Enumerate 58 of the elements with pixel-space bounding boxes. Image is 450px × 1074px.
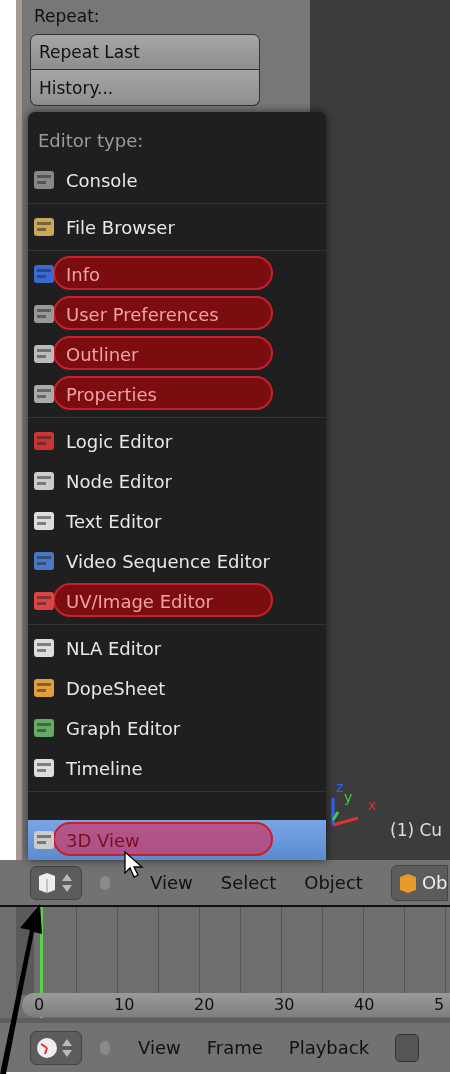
frame-number: 5	[434, 995, 445, 1014]
menu-item[interactable]: Properties	[28, 374, 326, 414]
menu-item[interactable]: DopeSheet	[28, 668, 326, 708]
editor-icon	[32, 756, 56, 780]
editor-icon	[32, 262, 56, 286]
menu-item[interactable]: UV/Image Editor	[28, 581, 326, 621]
editor-icon	[32, 509, 56, 533]
axis-gizmo: z y x	[328, 780, 388, 830]
header-menu[interactable]: Frame	[206, 1037, 263, 1058]
menu-item[interactable]: Info	[28, 254, 326, 294]
menu-item[interactable]: Logic Editor	[28, 421, 326, 461]
editor-icon	[32, 215, 56, 239]
editor-icon	[32, 342, 56, 366]
editor-icon	[32, 549, 56, 573]
menu-item[interactable]: File Browser	[28, 207, 326, 247]
menu-item[interactable]: Node Editor	[28, 461, 326, 501]
collapse-icon	[100, 1040, 110, 1055]
panel-label: Repeat:	[34, 6, 100, 26]
editor-icon	[32, 828, 56, 852]
editor-icon	[32, 429, 56, 453]
header-menu[interactable]: View	[150, 872, 193, 893]
editor-icon	[32, 676, 56, 700]
frame-number: 30	[274, 995, 295, 1014]
menu-item[interactable]: Outliner	[28, 334, 326, 374]
editor-icon	[32, 589, 56, 613]
clock-icon	[35, 1035, 59, 1060]
checkbox[interactable]	[395, 1033, 420, 1062]
menu-item[interactable]: User Preferences	[28, 294, 326, 334]
editor-type-button[interactable]	[30, 1030, 82, 1065]
menu-title: Editor type:	[38, 130, 144, 151]
editor-icon	[32, 382, 56, 406]
editor-type-button[interactable]	[30, 865, 82, 900]
panel-button[interactable]: History...	[30, 70, 260, 106]
menu-item[interactable]: Graph Editor	[28, 708, 326, 748]
menu-item[interactable]: NLA Editor	[28, 628, 326, 668]
frame-number: 40	[354, 995, 375, 1014]
cube-icon	[397, 871, 418, 894]
header-menu[interactable]: Playback	[288, 1037, 370, 1058]
header-menu[interactable]: View	[138, 1037, 181, 1058]
editor-icon	[32, 168, 56, 192]
editor-icon	[32, 636, 56, 660]
header-menu[interactable]: Select	[220, 872, 277, 893]
frame-number: 0	[34, 995, 45, 1014]
menu-item[interactable]: Video Sequence Editor	[28, 541, 326, 581]
frame-number: 10	[114, 995, 135, 1014]
editor-icon	[32, 302, 56, 326]
mode-button[interactable]: Ob	[390, 864, 449, 901]
collapse-icon	[100, 875, 110, 890]
cursor-icon	[124, 851, 146, 879]
object-info: (1) Cu	[390, 820, 443, 840]
menu-item[interactable]: Text Editor	[28, 501, 326, 541]
editor-icon	[32, 469, 56, 493]
panel-button[interactable]: Repeat Last	[30, 34, 260, 70]
header-menu[interactable]: Object	[304, 872, 363, 893]
menu-item[interactable]: Console	[28, 160, 326, 200]
editor-icon	[32, 716, 56, 740]
frame-number: 20	[194, 995, 215, 1014]
menu-item[interactable]: Timeline	[28, 748, 326, 788]
